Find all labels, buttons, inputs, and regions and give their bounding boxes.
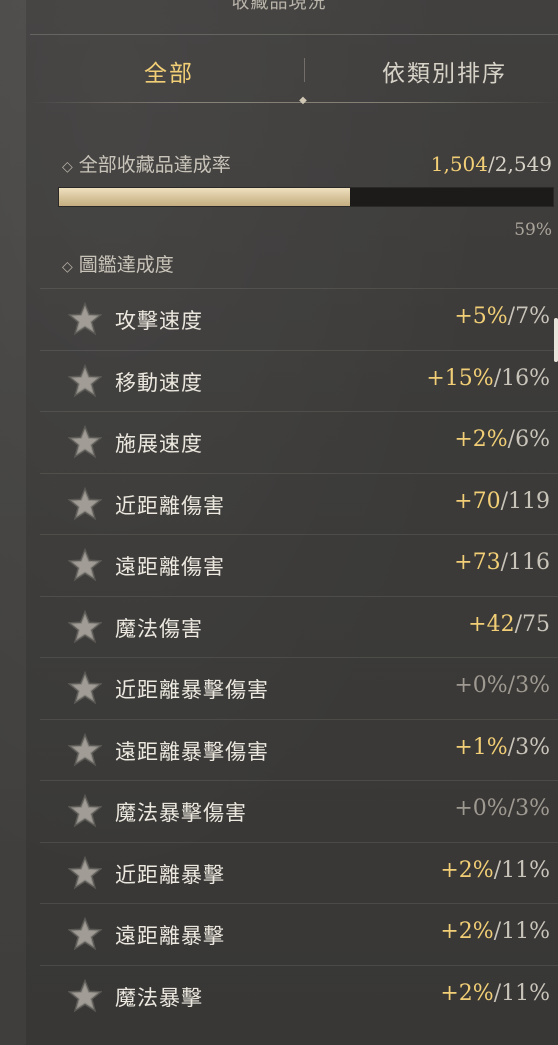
star-icon bbox=[68, 855, 102, 889]
codex-row[interactable]: 攻擊速度 +5%/7% bbox=[40, 288, 558, 350]
codex-row-max: /11% bbox=[493, 919, 550, 944]
completion-percent: 59% bbox=[514, 220, 552, 240]
diamond-icon: ◇ bbox=[62, 259, 73, 275]
codex-row-max: /6% bbox=[507, 427, 550, 452]
codex-row-bonus: +70 bbox=[454, 488, 501, 514]
codex-row-max: /11% bbox=[493, 980, 550, 1006]
page-title: 收藏品現況 bbox=[231, 0, 327, 13]
codex-row-max: /116 bbox=[500, 550, 550, 575]
codex-row-max: /3% bbox=[507, 734, 550, 760]
codex-row-label: 近距離暴擊 bbox=[115, 862, 225, 887]
star-icon bbox=[68, 917, 102, 951]
scrollbar-thumb[interactable] bbox=[554, 318, 558, 362]
codex-row-max: /75 bbox=[514, 611, 550, 637]
codex-row[interactable]: 遠距離傷害 +73/116 bbox=[40, 534, 558, 596]
codex-row-value: +1%/3% bbox=[454, 735, 550, 760]
codex-row-label: 魔法暴擊傷害 bbox=[115, 801, 247, 825]
tab-all[interactable]: 全部 bbox=[144, 54, 194, 88]
star-icon bbox=[68, 732, 102, 766]
codex-completion-label: ◇ 圖鑑達成度 bbox=[62, 250, 174, 277]
star-icon bbox=[68, 794, 102, 828]
completion-progress-fill bbox=[59, 188, 351, 206]
codex-row-label: 遠距離傷害 bbox=[115, 555, 225, 579]
codex-row-bonus: +2% bbox=[440, 857, 494, 883]
codex-row-label: 遠距離暴擊 bbox=[115, 924, 225, 948]
codex-row[interactable]: 移動速度 +15%/16% bbox=[40, 349, 558, 412]
tab-sort-by-category[interactable]: 依類別排序 bbox=[382, 54, 507, 88]
codex-row-value: +2%/6% bbox=[454, 427, 550, 452]
codex-row[interactable]: 遠距離暴擊 +2%/11% bbox=[40, 903, 558, 965]
ornament-icon: ◆ bbox=[299, 95, 307, 106]
codex-row-value: +2%/11% bbox=[440, 858, 550, 883]
star-icon bbox=[68, 548, 102, 582]
codex-row-max: /11% bbox=[493, 857, 550, 883]
codex-row-max: /3% bbox=[507, 796, 550, 821]
codex-row-bonus: +2% bbox=[440, 919, 494, 944]
codex-row[interactable]: 魔法暴擊傷害 +0%/3% bbox=[40, 780, 558, 842]
codex-bonus-list: 攻擊速度 +5%/7% 移動速度 +15%/16% 施展速度 +2%/6% 近距離傷害 +70… bbox=[40, 288, 558, 1026]
codex-row-max: /7% bbox=[507, 304, 550, 329]
header-divider bbox=[30, 34, 558, 35]
codex-row[interactable]: 魔法傷害 +42/75 bbox=[40, 595, 558, 658]
codex-row-label: 施展速度 bbox=[115, 432, 203, 456]
codex-row[interactable]: 魔法暴擊 +2%/11% bbox=[40, 964, 558, 1027]
codex-row-value: +5%/7% bbox=[454, 304, 550, 329]
codex-row-max: /3% bbox=[507, 673, 550, 698]
total-completion-text: 全部收藏品達成率 bbox=[78, 154, 231, 176]
completion-progress-bar bbox=[58, 187, 554, 207]
codex-row-max: /16% bbox=[493, 365, 550, 391]
star-icon bbox=[68, 671, 102, 705]
codex-row-bonus: +0% bbox=[454, 796, 508, 821]
codex-row-label: 遠距離暴擊傷害 bbox=[115, 739, 269, 764]
total-completion-label: ◇ 全部收藏品達成率 bbox=[62, 150, 231, 177]
codex-row-label: 近距離暴擊傷害 bbox=[115, 678, 269, 702]
codex-completion-text: 圖鑑達成度 bbox=[78, 254, 174, 276]
codex-row[interactable]: 近距離暴擊 +2%/11% bbox=[40, 841, 558, 904]
total-count: /2,549 bbox=[488, 152, 552, 176]
star-icon bbox=[68, 609, 102, 643]
codex-row-max: /119 bbox=[500, 488, 550, 514]
codex-row-label: 近距離傷害 bbox=[115, 493, 225, 518]
codex-row-value: +0%/3% bbox=[454, 673, 550, 698]
star-icon bbox=[68, 978, 102, 1012]
star-icon bbox=[68, 302, 102, 336]
codex-row[interactable]: 近距離暴擊傷害 +0%/3% bbox=[40, 657, 558, 719]
codex-row-label: 魔法傷害 bbox=[115, 616, 203, 641]
star-icon bbox=[68, 425, 102, 459]
collected-count: 1,504 bbox=[430, 152, 488, 176]
codex-row-bonus: +42 bbox=[468, 611, 515, 637]
codex-row[interactable]: 近距離傷害 +70/119 bbox=[40, 472, 558, 535]
codex-row-bonus: +2% bbox=[440, 980, 494, 1006]
codex-row-value: +73/116 bbox=[454, 550, 550, 575]
total-completion-count: 1,504/2,549 bbox=[431, 152, 552, 176]
tab-separator bbox=[304, 58, 305, 82]
codex-row-bonus: +0% bbox=[454, 673, 508, 698]
codex-row-label: 移動速度 bbox=[115, 370, 203, 395]
codex-row-bonus: +15% bbox=[426, 365, 494, 391]
codex-row[interactable]: 施展速度 +2%/6% bbox=[40, 411, 558, 473]
codex-row-bonus: +2% bbox=[454, 427, 508, 452]
codex-row-value: +42/75 bbox=[468, 612, 550, 637]
codex-row-value: +2%/11% bbox=[440, 981, 550, 1006]
diamond-icon: ◇ bbox=[62, 159, 73, 175]
codex-row-value: +0%/3% bbox=[454, 796, 550, 821]
codex-row-bonus: +5% bbox=[454, 304, 508, 329]
codex-row-label: 魔法暴擊 bbox=[115, 985, 203, 1010]
codex-row-value: +15%/16% bbox=[426, 366, 550, 391]
star-icon bbox=[68, 486, 102, 520]
star-icon bbox=[68, 363, 102, 397]
codex-row-value: +2%/11% bbox=[440, 919, 550, 944]
codex-row-bonus: +1% bbox=[454, 734, 508, 760]
codex-row-bonus: +73 bbox=[454, 550, 501, 575]
codex-row[interactable]: 遠距離暴擊傷害 +1%/3% bbox=[40, 718, 558, 781]
codex-row-label: 攻擊速度 bbox=[115, 309, 203, 333]
tab-bar: 全部 依類別排序 bbox=[30, 40, 558, 100]
codex-row-value: +70/119 bbox=[454, 489, 550, 514]
